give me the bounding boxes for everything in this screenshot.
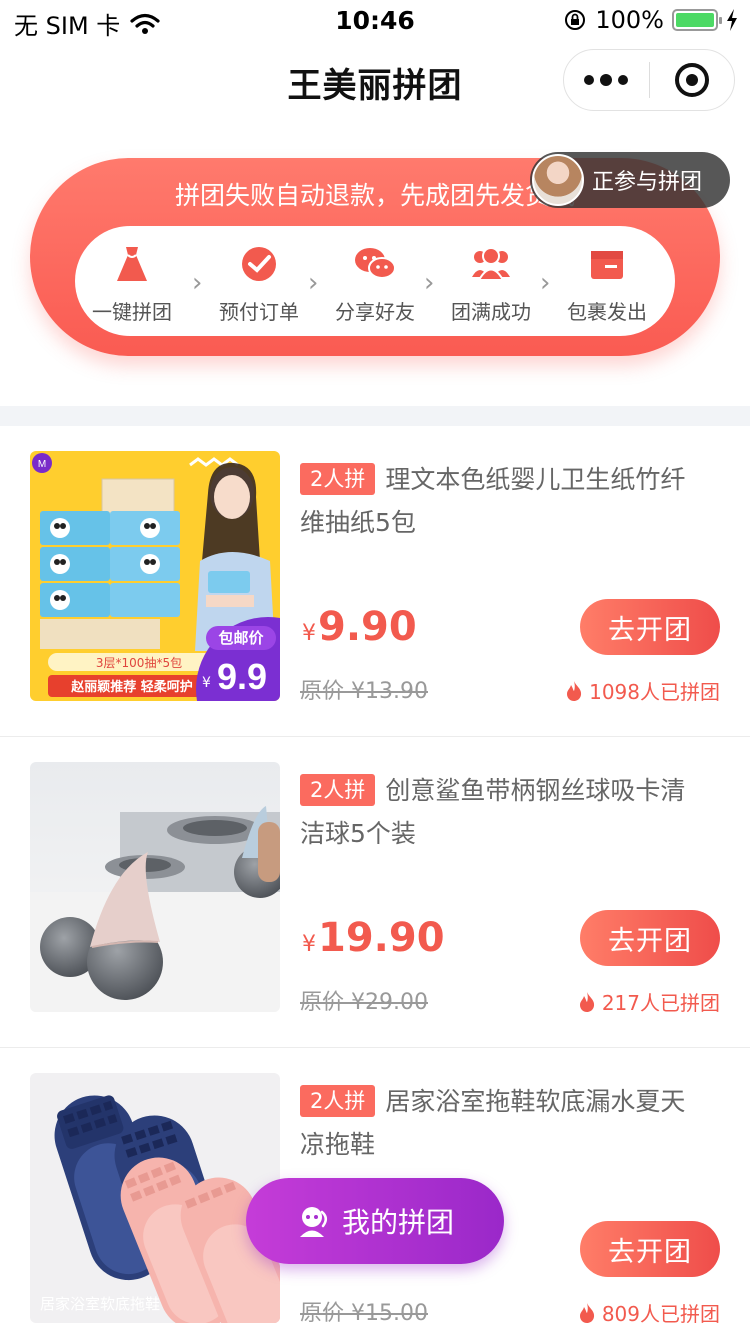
chevron-right-icon: › <box>424 268 435 298</box>
step-prepay: 预付订单 <box>204 244 314 325</box>
more-dots-icon-mid <box>600 74 613 86</box>
group-count-text: 1098人已拼团 <box>589 680 720 704</box>
step-label: 一键拼团 <box>92 300 172 324</box>
group-size-badge: 2人拼 <box>300 774 376 806</box>
group-count-text: 809人已拼团 <box>601 1302 720 1326</box>
svg-text:M: M <box>38 459 46 470</box>
step-label: 分享好友 <box>335 300 415 324</box>
step-label: 团满成功 <box>451 300 531 324</box>
steel-ball-product-image <box>30 762 280 1012</box>
steps-panel: 一键拼团 › 预付订单 › 分享好友 › 团满成功 › 包裹发出 <box>75 226 675 336</box>
more-dots-icon <box>584 75 595 85</box>
status-bar: 无 SIM 卡 10:46 100% <box>0 0 750 40</box>
group-size-badge: 2人拼 <box>300 463 376 495</box>
chevron-right-icon: › <box>308 268 319 298</box>
target-icon <box>674 63 709 97</box>
start-group-button[interactable]: 去开团 <box>580 1221 720 1277</box>
original-price: 原价 ¥15.00 <box>300 1301 428 1326</box>
product-image[interactable]: 居家浴室软底拖鞋 <box>30 1073 280 1323</box>
step-label: 预付订单 <box>219 300 299 324</box>
product-title[interactable]: 2人拼 创意鲨鱼带柄钢丝球吸卡清洁球5个装 <box>300 769 710 855</box>
group-count-text: 217人已拼团 <box>601 991 720 1015</box>
more-dots-icon-end <box>618 75 629 85</box>
dress-icon <box>117 247 147 281</box>
orientation-lock-icon <box>565 10 586 30</box>
product-price: ¥19.90 <box>302 915 445 961</box>
group-count: 217人已拼团 <box>578 987 720 1016</box>
image-badge-currency: ¥ <box>202 675 211 691</box>
currency-symbol: ¥ <box>302 621 316 646</box>
image-caption: 居家浴室软底拖鞋 <box>40 1295 160 1313</box>
check-badge-icon <box>242 247 276 281</box>
product-image[interactable] <box>30 762 280 1012</box>
original-price: 原价 ¥13.90 <box>300 679 428 704</box>
more-button[interactable] <box>564 50 649 110</box>
product-card[interactable]: 2人拼 创意鲨鱼带柄钢丝球吸卡清洁球5个装 ¥19.90 原价 ¥29.00 去开… <box>0 737 750 1048</box>
battery-icon <box>672 9 722 31</box>
step-shipped: 包裹发出 <box>552 244 662 325</box>
step-share: 分享好友 <box>320 244 430 325</box>
chevron-right-icon: › <box>540 268 551 298</box>
step-one-click: 一键拼团 <box>77 244 187 325</box>
price-value: 19.90 <box>318 915 445 961</box>
group-size-badge: 2人拼 <box>300 1085 376 1117</box>
group-count: 1098人已拼团 <box>565 676 720 705</box>
step-label: 包裹发出 <box>567 300 647 324</box>
group-count: 809人已拼团 <box>578 1298 720 1327</box>
fire-icon <box>579 1302 594 1323</box>
image-badge: 包邮价 <box>218 629 264 647</box>
image-slogan: 赵丽颖推荐 轻柔呵护 <box>70 679 193 695</box>
avatar <box>532 154 584 206</box>
my-groups-button[interactable]: 我的拼团 <box>246 1178 504 1264</box>
image-spec: 3层*100抽*5包 <box>96 656 182 670</box>
package-icon <box>591 251 623 279</box>
my-groups-label: 我的拼团 <box>341 1206 454 1239</box>
currency-symbol: ¥ <box>302 932 316 957</box>
product-title[interactable]: 2人拼 理文本色纸婴儿卫生纸竹纤维抽纸5包 <box>300 458 710 544</box>
tissue-product-image: M 3层*100抽*5包 赵丽颖推荐 轻柔呵护 包邮价 ¥ 9.9 <box>30 451 280 701</box>
slippers-product-image: 居家浴室软底拖鞋 <box>30 1073 280 1323</box>
price-value: 9.90 <box>318 604 417 650</box>
step-complete: 团满成功 <box>436 244 546 325</box>
fire-icon <box>579 991 594 1012</box>
product-card[interactable]: M 3层*100抽*5包 赵丽颖推荐 轻柔呵护 包邮价 ¥ 9.9 2人拼 理文… <box>0 426 750 737</box>
start-group-button[interactable]: 去开团 <box>580 910 720 966</box>
product-image[interactable]: M 3层*100抽*5包 赵丽颖推荐 轻柔呵护 包邮价 ¥ 9.9 <box>30 451 280 701</box>
charging-icon <box>727 9 737 31</box>
battery-percent: 100% <box>595 6 664 34</box>
joining-text: 正参与拼团 <box>592 170 703 195</box>
status-right: 100% <box>563 6 738 34</box>
section-divider <box>0 406 750 426</box>
user-support-icon <box>299 1207 327 1237</box>
close-button[interactable] <box>650 50 735 110</box>
wechat-icon <box>355 248 396 279</box>
chevron-right-icon: › <box>192 268 203 298</box>
miniprogram-capsule <box>563 49 735 111</box>
joining-notice[interactable]: 正参与拼团 <box>530 152 730 208</box>
product-title[interactable]: 2人拼 居家浴室拖鞋软底漏水夏天凉拖鞋 <box>300 1080 710 1166</box>
start-group-button[interactable]: 去开团 <box>580 599 720 655</box>
group-icon <box>472 247 510 281</box>
image-badge-price: 9.9 <box>217 656 267 697</box>
fire-icon <box>567 680 582 701</box>
product-price: ¥9.90 <box>302 604 417 650</box>
original-price: 原价 ¥29.00 <box>300 990 428 1015</box>
